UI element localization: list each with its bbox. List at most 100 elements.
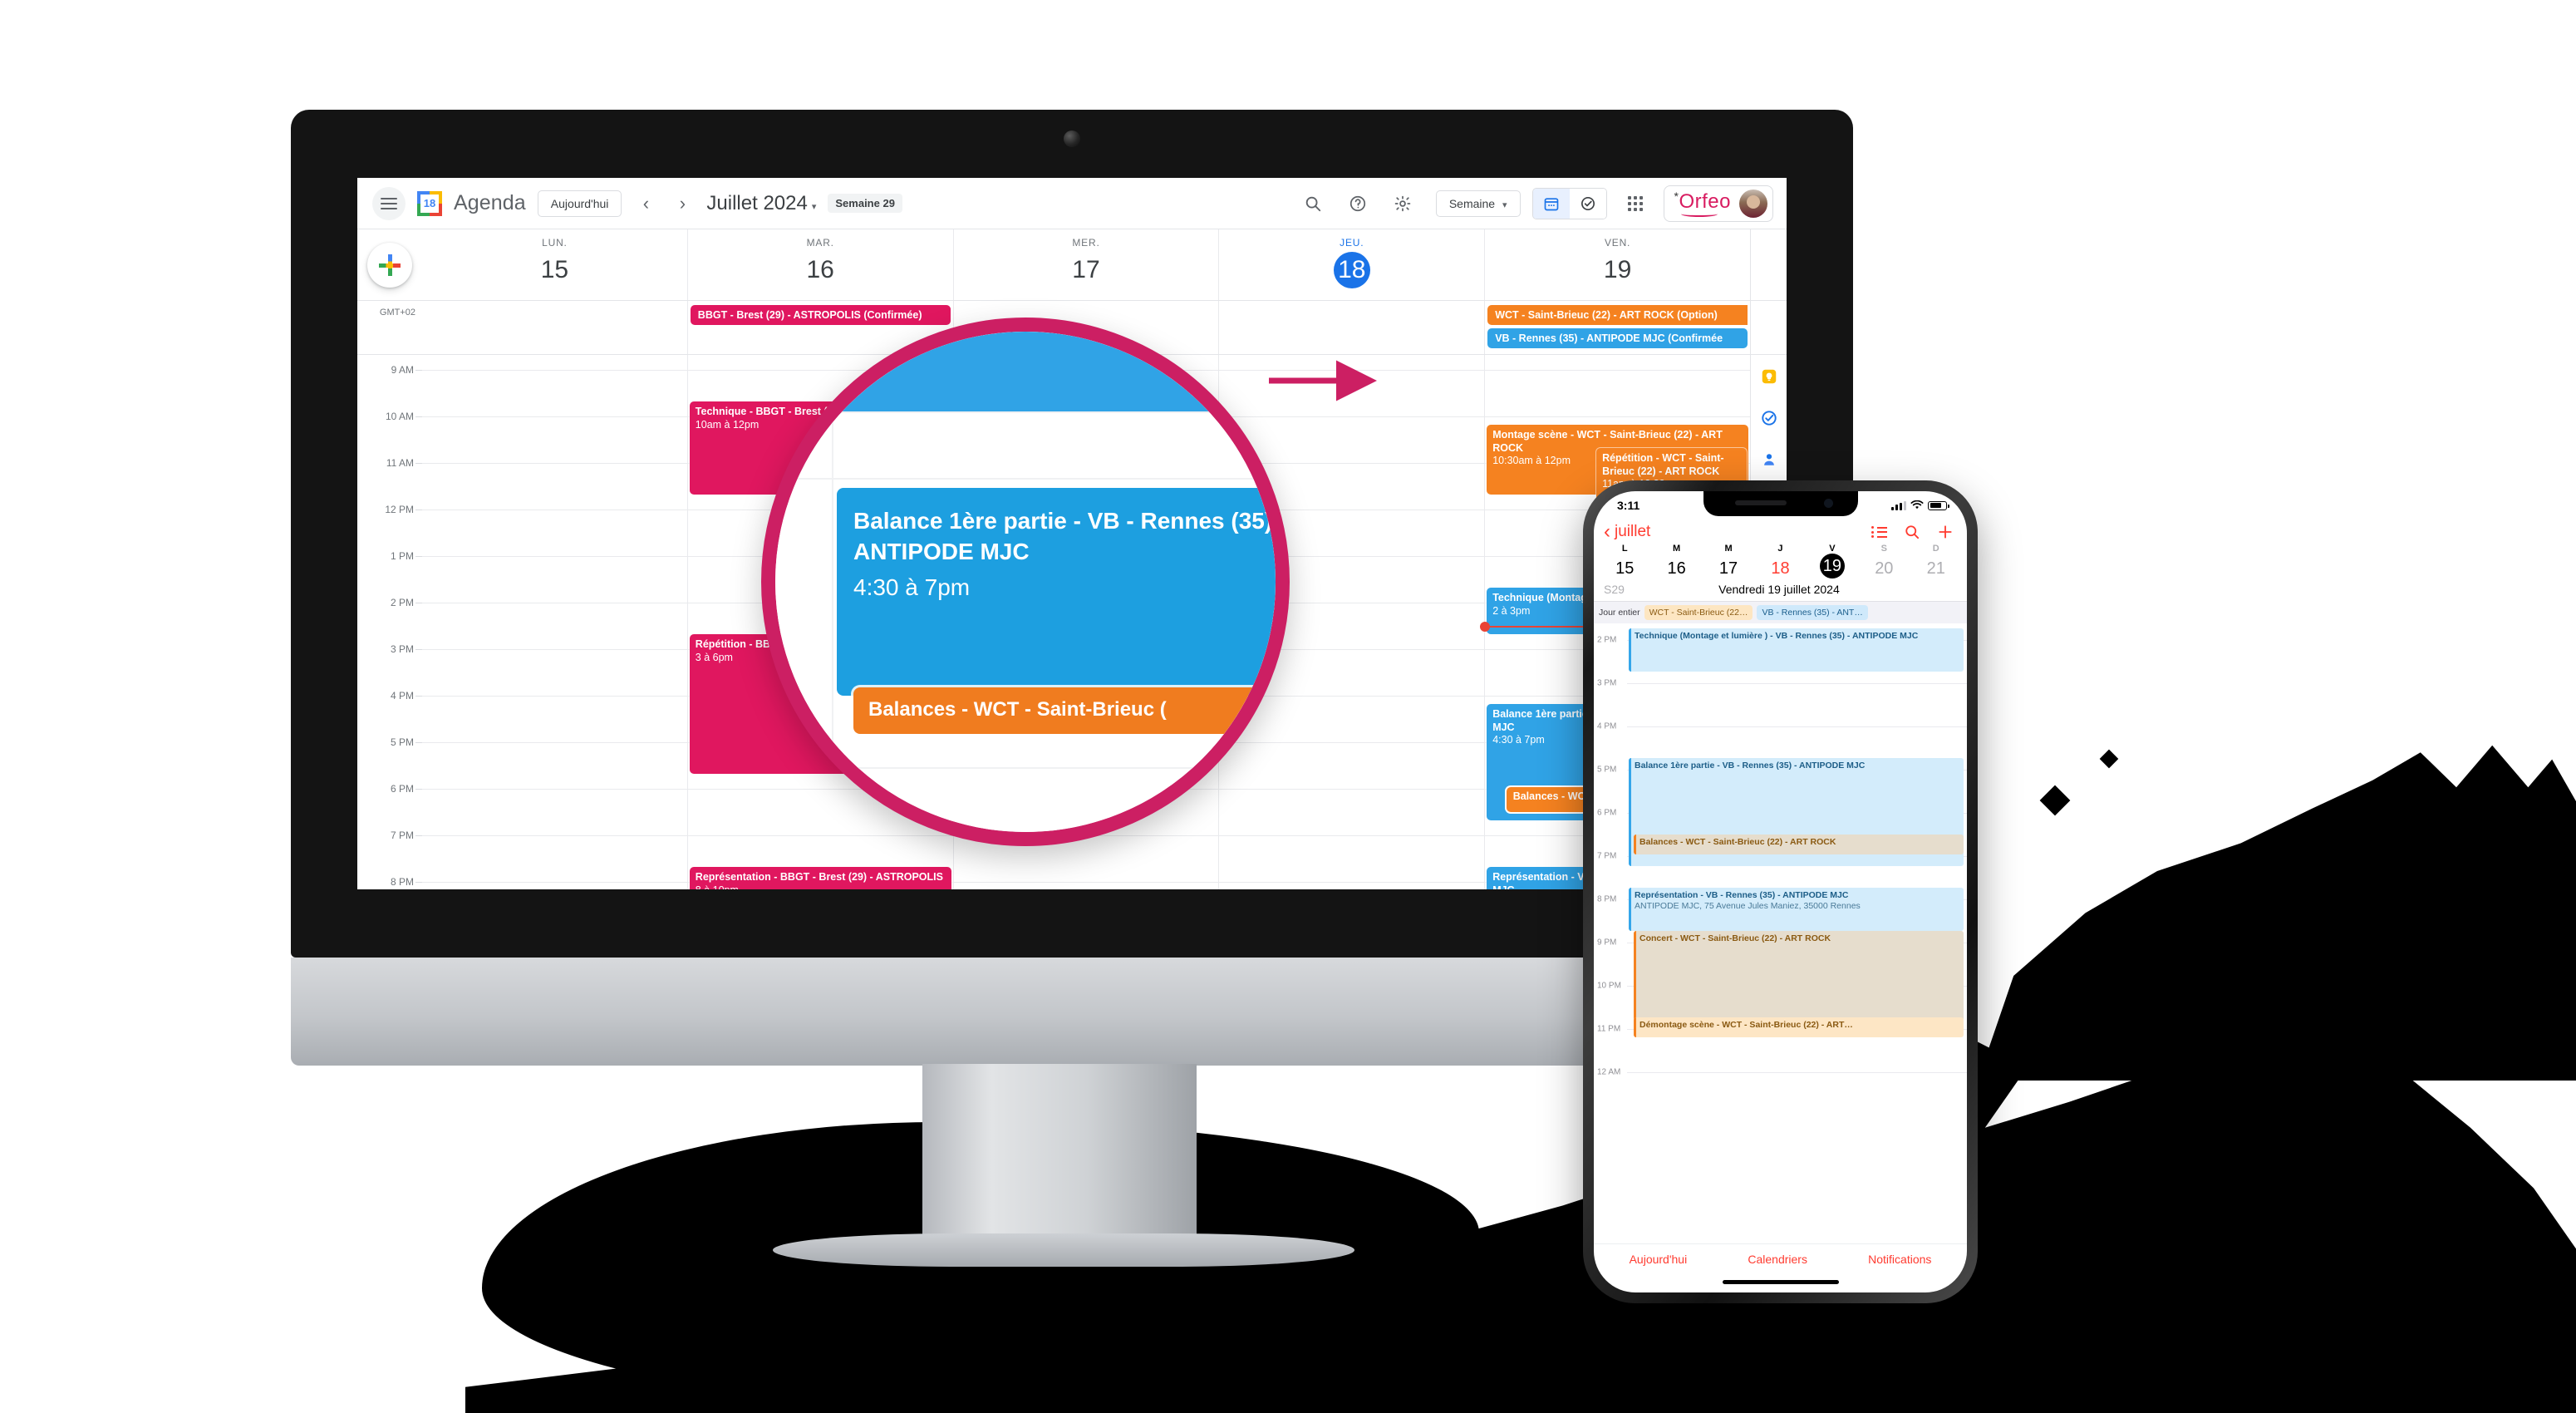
phone-screen: 3:11 ‹ juillet L 15 M 16 M 17 J 18 V 19 … (1594, 491, 1967, 1292)
next-period-button[interactable]: › (670, 193, 695, 214)
weekday-number: 17 (1718, 559, 1738, 578)
phone-week-day-19[interactable]: V 19 (1807, 544, 1858, 581)
chevron-left-icon: ‹ (1604, 520, 1610, 543)
gear-icon[interactable] (1386, 187, 1419, 220)
list-view-icon[interactable] (1871, 526, 1887, 538)
phone-calendar-event[interactable]: Démontage scène - WCT - Saint-Brieuc (22… (1634, 1017, 1964, 1037)
phone-week-day-18[interactable]: J 18 (1754, 544, 1806, 581)
phone-day-grid[interactable]: 2 PM 3 PM 4 PM 5 PM 6 PM 7 PM 8 PM 9 PM 10 PM 11 … (1594, 623, 1967, 1243)
phone-week-day-15[interactable]: L 15 (1599, 544, 1650, 581)
hour-label: 11 AM (386, 457, 414, 469)
day-column-header-17[interactable]: MER. 17 (952, 229, 1219, 300)
phone-tab-aujourdhui[interactable]: Aujourd'hui (1630, 1253, 1688, 1266)
event-title: Représentation - BBGT - Brest (29) - AST… (695, 871, 943, 883)
phone-all-day-chip[interactable]: WCT - Saint-Brieuc (22… (1644, 605, 1753, 620)
rail-header-spacer (1750, 229, 1787, 300)
home-indicator (1594, 1271, 1967, 1292)
phone-calendar-event[interactable]: Représentation - VB - Rennes (35) - ANTI… (1629, 888, 1964, 931)
day-columns-header: LUN. 15 MAR. 16 MER. 17 JEU. 18 VEN. 19 (422, 229, 1750, 300)
hour-label: 8 PM (390, 876, 414, 888)
current-period-label[interactable]: Juillet 2024 ▾ (706, 192, 816, 215)
orfeo-brand-name: Orfeo (1679, 190, 1731, 213)
status-indicators (1891, 500, 1949, 510)
phone-tab-calendriers[interactable]: Calendriers (1748, 1253, 1807, 1266)
event-color-bar (1634, 931, 1636, 1021)
phone-week-day-16[interactable]: M 16 (1650, 544, 1702, 581)
day-of-week-label: VEN. (1604, 237, 1631, 249)
hour-tick (415, 556, 422, 557)
phone-calendar-event[interactable]: Balances - WCT - Saint-Brieuc (22) - ART… (1634, 835, 1964, 854)
hamburger-icon[interactable] (372, 186, 406, 220)
view-mode-toggle[interactable] (1531, 187, 1607, 219)
weekday-number: 21 (1926, 559, 1945, 578)
app-title: Agenda (454, 191, 526, 214)
hour-label: 10 AM (385, 411, 414, 422)
calendar-event[interactable]: Représentation - BBGT - Brest (29) - AST… (689, 867, 951, 889)
phone-week-strip[interactable]: L 15 M 16 M 17 J 18 V 19 S 20 D 21 (1594, 544, 1967, 581)
webcam-icon (1064, 130, 1080, 147)
event-color-bar (1634, 1017, 1636, 1037)
hour-gridline (422, 882, 687, 883)
magnified-event-balance[interactable]: Balance 1ère partie - VB - Rennes (35) -… (837, 488, 1276, 696)
calendar-view-button[interactable] (1532, 188, 1570, 219)
ink-speck (2099, 749, 2119, 769)
phone-all-day-chip[interactable]: VB - Rennes (35) - ANT… (1757, 605, 1868, 620)
back-to-month-button[interactable]: ‹ juillet (1604, 522, 1650, 542)
day-column-header-18[interactable]: JEU. 18 (1218, 229, 1484, 300)
all-day-event-chip[interactable]: BBGT - Brest (29) - ASTROPOLIS (Confirmé… (690, 305, 951, 325)
all-day-event-chip[interactable]: VB - Rennes (35) - ANTIPODE MJC (Confirm… (1487, 328, 1748, 348)
day-column-header-15[interactable]: LUN. 15 (422, 229, 687, 300)
status-clock: 3:11 (1617, 499, 1640, 512)
hour-label: 9 AM (391, 364, 414, 376)
previous-period-button[interactable]: ‹ (633, 193, 658, 214)
apps-grid-icon[interactable] (1619, 187, 1652, 220)
tasks-check-icon[interactable] (1759, 408, 1779, 428)
hour-gridline (1485, 416, 1750, 417)
hour-label: 7 PM (390, 830, 414, 841)
account-chip[interactable]: *Orfeo (1663, 185, 1773, 222)
phone-week-day-21[interactable]: D 21 (1910, 544, 1962, 581)
phone-week-day-17[interactable]: M 17 (1703, 544, 1754, 581)
hour-tick (415, 649, 422, 650)
plus-icon (379, 254, 401, 276)
day-column-header-19[interactable]: VEN. 19 (1484, 229, 1750, 300)
event-title: Balances - WCT - Saint-Brieuc (22) - ART… (1639, 837, 1836, 847)
view-selector[interactable]: Semaine ▾ (1435, 190, 1521, 217)
avatar[interactable] (1739, 189, 1767, 218)
magnified-event-balances[interactable]: Balances - WCT - Saint-Brieuc ( (853, 687, 1276, 734)
magnified-grid-line (775, 478, 1276, 480)
all-day-event-chip[interactable]: WCT - Saint-Brieuc (22) - ART ROCK (Opti… (1487, 305, 1748, 325)
hour-tick (415, 463, 422, 464)
today-button[interactable]: Aujourd'hui (537, 190, 622, 217)
weekday-letter: D (1932, 544, 1939, 554)
phone-hour-label: 11 PM (1597, 1024, 1621, 1034)
help-circle-icon[interactable] (1341, 187, 1374, 220)
phone-week-day-20[interactable]: S 20 (1858, 544, 1910, 581)
event-time: 8 à 10pm (696, 884, 946, 889)
tasks-view-button[interactable] (1569, 188, 1606, 219)
phone-calendar-event[interactable]: Technique (Montage et lumière ) - VB - R… (1629, 628, 1964, 672)
selected-date-label: Vendredi 19 juillet 2024 (1718, 583, 1840, 596)
hour-gridline (953, 882, 1219, 883)
back-label: juillet (1615, 523, 1651, 540)
all-day-cell-ven[interactable]: WCT - Saint-Brieuc (22) - ART ROCK (Opti… (1484, 301, 1750, 354)
all-day-cell-lun[interactable] (422, 301, 687, 354)
phone-hour-label: 2 PM (1597, 635, 1617, 645)
mobile-phone: 3:11 ‹ juillet L 15 M 16 M 17 J 18 V 19 … (1583, 480, 1978, 1303)
day-grid-column-15[interactable] (422, 355, 687, 889)
weekday-letter: S (1880, 544, 1887, 554)
hour-label: 5 PM (390, 736, 414, 748)
phone-hour-label: 3 PM (1597, 678, 1617, 688)
search-icon[interactable] (1904, 524, 1920, 540)
phone-hour-label: 7 PM (1597, 851, 1617, 861)
keep-lightbulb-icon[interactable] (1759, 367, 1779, 386)
contacts-person-icon[interactable] (1759, 450, 1779, 470)
event-title: Technique (Montage et lumière ) - VB - R… (1635, 631, 1919, 641)
day-column-header-16[interactable]: MAR. 16 (686, 229, 953, 300)
plus-icon[interactable] (1937, 524, 1954, 540)
search-icon[interactable] (1296, 187, 1330, 220)
chevron-down-icon: ▾ (811, 201, 817, 212)
phone-tab-notifications[interactable]: Notifications (1868, 1253, 1931, 1266)
create-event-button[interactable] (367, 242, 412, 288)
phone-calendar-event[interactable]: Concert - WCT - Saint-Brieuc (22) - ART … (1634, 931, 1964, 1021)
